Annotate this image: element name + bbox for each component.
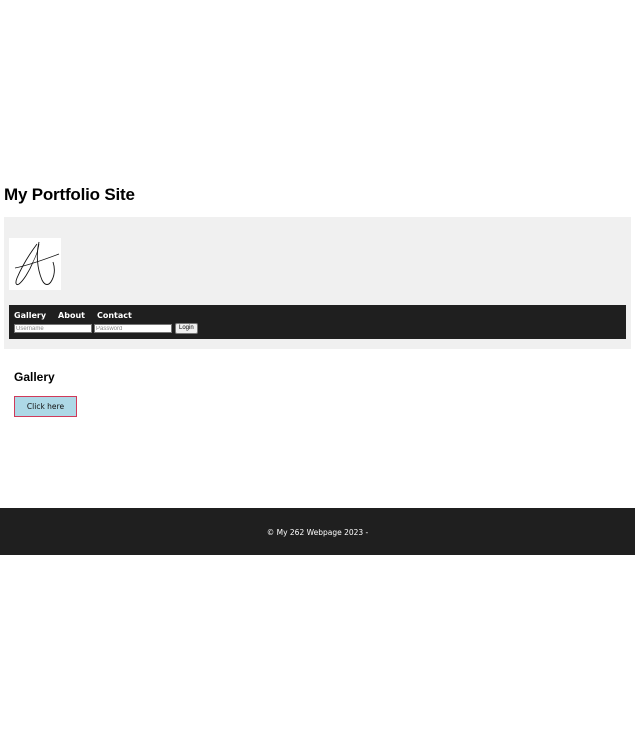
click-here-button[interactable]: Click here [14,396,77,417]
footer-copyright: © My 262 Webpage 2023 - [266,528,369,537]
nav-link-about[interactable]: About [58,311,85,320]
password-input[interactable] [94,324,172,333]
footer: © My 262 Webpage 2023 - [0,508,635,555]
nav-links: Gallery About Contact [14,311,132,320]
nav-link-gallery[interactable]: Gallery [14,311,46,320]
section-heading-gallery: Gallery [14,370,55,384]
nav-link-contact[interactable]: Contact [97,311,132,320]
login-button[interactable]: Login [175,323,198,334]
site-title: My Portfolio Site [4,185,135,204]
page: My Portfolio Site Gallery About Contact … [0,0,635,730]
navbar: Gallery About Contact Login [9,305,626,339]
username-input[interactable] [14,324,92,333]
login-form: Login [14,323,198,334]
header-panel: Gallery About Contact Login [4,217,631,349]
signature-logo-icon [9,238,61,290]
